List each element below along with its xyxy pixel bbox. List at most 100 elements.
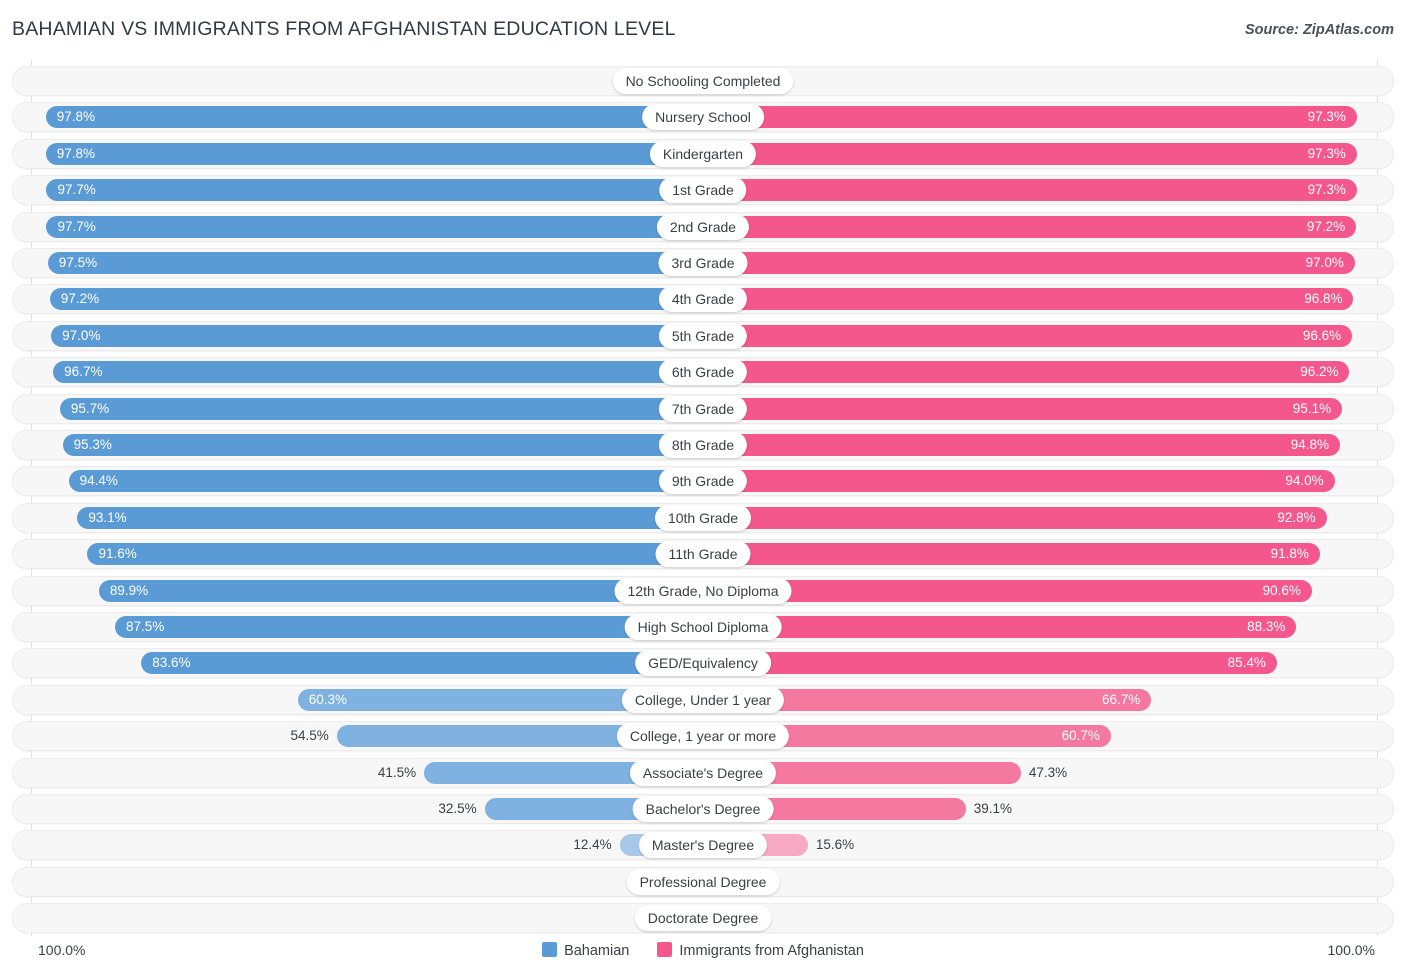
chart-row: 1.5%1.8%Doctorate Degree <box>12 903 1394 934</box>
bar-bahamian <box>46 215 703 238</box>
bar-immigrants-afghanistan <box>703 579 1312 602</box>
chart-row: 41.5% 47.3% Associate's Degree <box>12 757 1394 788</box>
bar-immigrants-afghanistan <box>703 543 1320 566</box>
value-label-bahamian: 54.5% <box>290 728 329 744</box>
category-label: 10th Grade <box>654 504 752 531</box>
value-label-immigrants: 66.7% <box>1101 691 1141 707</box>
bar-bahamian <box>141 652 703 675</box>
bar-immigrants-afghanistan <box>703 470 1335 493</box>
category-label: 7th Grade <box>658 395 748 422</box>
value-label-bahamian: 12.4% <box>573 837 612 853</box>
value-label-immigrants: 96.8% <box>1304 291 1343 307</box>
chart-row: 83.6% 85.4% GED/Equivalency <box>12 648 1394 679</box>
chart-row: 95.3% 94.8% 8th Grade <box>12 430 1394 460</box>
bar-bahamian <box>46 179 703 202</box>
chart-row: 96.7% 96.2% 6th Grade <box>12 357 1394 388</box>
category-label: 5th Grade <box>658 322 748 349</box>
category-label: College, 1 year or more <box>616 723 790 750</box>
bar-bahamian <box>51 324 703 347</box>
bar-immigrants-afghanistan <box>703 434 1341 456</box>
bar-bahamian <box>45 106 703 129</box>
value-label-bahamian: 97.2% <box>60 291 100 307</box>
chart-row: 97.7% 97.3% 1st Grade <box>12 175 1394 206</box>
chart-row: 93.1% 92.8% 10th Grade <box>12 502 1394 533</box>
value-label-bahamian: 97.0% <box>62 327 101 343</box>
chart-row: 97.8% 97.3% Kindergarten <box>12 138 1394 169</box>
chart-row: 91.6% 91.8% 11th Grade <box>12 539 1394 570</box>
value-label-bahamian: 60.3% <box>308 691 348 707</box>
value-label-immigrants: 97.3% <box>1307 182 1346 198</box>
value-label-immigrants: 94.0% <box>1285 473 1324 489</box>
bar-bahamian <box>49 288 703 311</box>
chart-row: 12.4% 15.6% Master's Degree <box>12 830 1394 861</box>
category-label: 8th Grade <box>658 432 748 458</box>
chart-row: 60.3% 66.7% College, Under 1 year <box>12 684 1394 715</box>
category-label: 3rd Grade <box>658 250 748 276</box>
bar-bahamian <box>62 434 703 456</box>
value-label-immigrants: 97.2% <box>1306 218 1346 234</box>
legend-item-bahamian: Bahamian <box>542 942 629 959</box>
category-label: College, Under 1 year <box>621 686 785 713</box>
category-label: 4th Grade <box>658 286 748 313</box>
bar-immigrants-afghanistan <box>703 215 1357 238</box>
value-label-bahamian: 95.7% <box>70 400 110 416</box>
value-label-immigrants: 94.8% <box>1290 437 1330 452</box>
bar-bahamian <box>68 470 703 493</box>
category-label: 1st Grade <box>659 177 747 204</box>
chart-row: 32.5% 39.1% Bachelor's Degree <box>12 794 1394 824</box>
category-label: Master's Degree <box>638 832 768 859</box>
value-label-immigrants: 97.3% <box>1307 145 1346 161</box>
value-label-bahamian: 96.7% <box>64 364 103 380</box>
bar-immigrants-afghanistan <box>703 616 1297 638</box>
legend-item-immigrants-afghanistan: Immigrants from Afghanistan <box>657 942 864 959</box>
value-label-bahamian: 93.1% <box>88 509 127 525</box>
value-label-bahamian: 41.5% <box>377 764 417 780</box>
bar-immigrants-afghanistan <box>703 142 1357 165</box>
bar-bahamian <box>98 579 703 602</box>
value-label-immigrants: 88.3% <box>1247 619 1286 634</box>
value-label-bahamian: 97.8% <box>56 109 96 125</box>
bar-immigrants-afghanistan <box>703 252 1355 274</box>
value-label-immigrants: 90.6% <box>1262 582 1301 598</box>
category-label: 12th Grade, No Diploma <box>614 577 792 604</box>
bar-bahamian <box>59 397 703 420</box>
value-label-bahamian: 83.6% <box>152 655 191 671</box>
value-label-immigrants: 39.1% <box>973 801 1013 816</box>
value-label-bahamian: 94.4% <box>79 473 118 489</box>
chart-legend: Bahamian Immigrants from Afghanistan <box>0 942 1406 959</box>
value-label-bahamian: 91.6% <box>98 546 137 562</box>
category-label: Bachelor's Degree <box>632 796 774 822</box>
bar-immigrants-afghanistan <box>703 361 1350 384</box>
category-label: High School Diploma <box>624 614 782 640</box>
category-label: 9th Grade <box>658 468 748 495</box>
chart-row: 3.7%4.5%Professional Degree <box>12 866 1394 897</box>
bar-immigrants-afghanistan <box>703 179 1357 202</box>
chart-header: BAHAMIAN VS IMMIGRANTS FROM AFGHANISTAN … <box>0 0 1406 58</box>
category-label: Nursery School <box>642 104 764 131</box>
bar-bahamian <box>45 142 703 165</box>
bar-immigrants-afghanistan <box>703 324 1353 347</box>
category-label: No Schooling Completed <box>612 68 794 94</box>
bar-immigrants-afghanistan <box>703 652 1277 675</box>
chart-row: 97.5% 97.0% 3rd Grade <box>12 248 1394 278</box>
legend-swatch-icon <box>542 942 558 957</box>
chart-row: 2.2%2.7%No Schooling Completed <box>12 66 1394 96</box>
value-label-immigrants: 95.1% <box>1292 400 1332 416</box>
chart-row: 54.5% 60.7% College, 1 year or more <box>12 721 1394 752</box>
legend-label: Bahamian <box>564 943 630 960</box>
value-label-bahamian: 97.7% <box>57 182 96 198</box>
chart-row: 94.4% 94.0% 9th Grade <box>12 466 1394 497</box>
category-label: Kindergarten <box>649 140 757 167</box>
chart-row: 87.5% 88.3% High School Diploma <box>12 612 1394 642</box>
category-label: GED/Equivalency <box>635 650 771 677</box>
bar-bahamian <box>115 616 703 638</box>
value-label-immigrants: 85.4% <box>1227 655 1266 671</box>
category-label: 2nd Grade <box>656 213 750 240</box>
bar-bahamian <box>87 543 703 566</box>
value-label-bahamian: 87.5% <box>126 619 165 634</box>
bar-immigrants-afghanistan <box>703 506 1327 529</box>
chart-row: 95.7% 95.1% 7th Grade <box>12 393 1394 424</box>
value-label-bahamian: 89.9% <box>109 582 149 598</box>
value-label-immigrants: 96.2% <box>1300 364 1339 380</box>
value-label-bahamian: 97.7% <box>57 218 96 234</box>
